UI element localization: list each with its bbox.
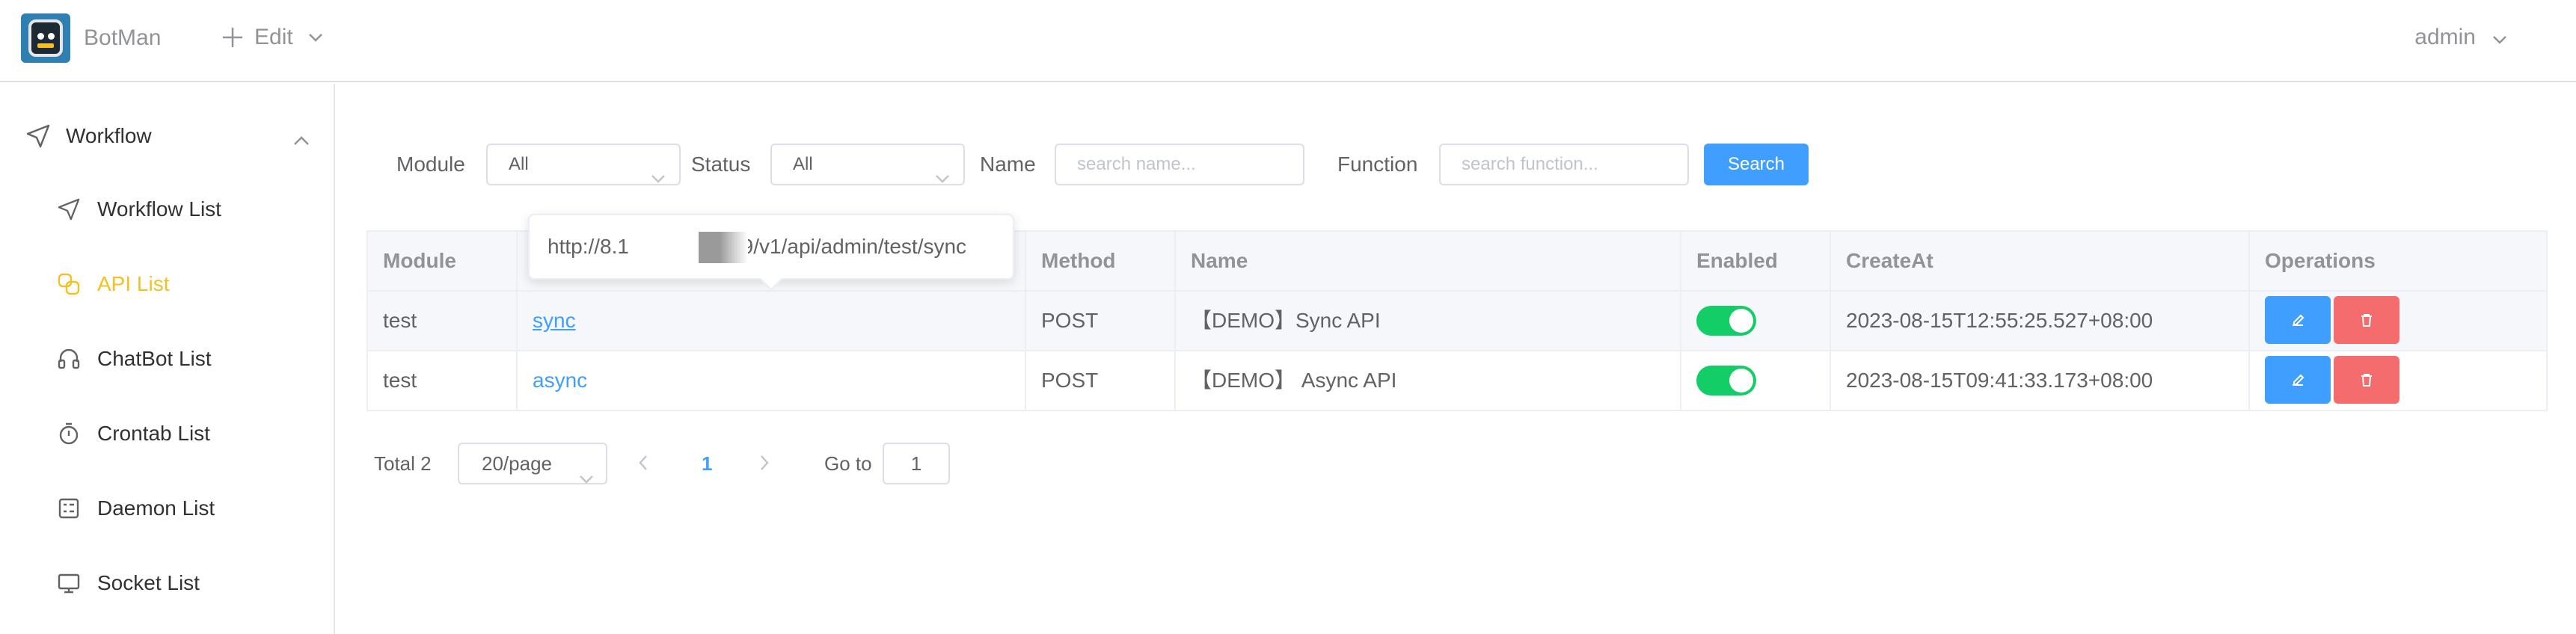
status-select-value: All <box>793 154 813 174</box>
sidebar: Workflow Workflow List API List ChatBot … <box>0 84 335 634</box>
page-size-select[interactable]: 20/page <box>458 443 607 484</box>
cell-function: async <box>518 351 1026 410</box>
sidebar-item-label: Workflow List <box>97 197 221 221</box>
sidebar-group-label: Workflow <box>66 124 152 147</box>
name-label: Name <box>980 153 1036 176</box>
cell-method: POST <box>1026 292 1176 350</box>
delete-button[interactable] <box>2334 355 2399 404</box>
chevron-up-icon[interactable] <box>293 127 310 151</box>
chevron-left-icon <box>639 455 647 470</box>
sidebar-item-chatbot-list[interactable]: ChatBot List <box>55 336 325 381</box>
function-search-input[interactable] <box>1439 144 1689 185</box>
cell-enabled <box>1681 351 1831 410</box>
table-row: test async POST 【DEMO】 Async API 2023-08… <box>368 351 2546 411</box>
sidebar-item-label: Socket List <box>97 571 200 594</box>
sidebar-item-crontab-list[interactable]: Crontab List <box>55 411 325 456</box>
cell-enabled <box>1681 292 1831 350</box>
next-page-button[interactable] <box>758 452 770 478</box>
chevron-down-icon <box>2492 25 2507 50</box>
column-header-name[interactable]: Name <box>1176 232 1681 290</box>
search-button[interactable]: Search <box>1704 144 1809 185</box>
redaction-mark <box>678 232 748 263</box>
column-header-createat[interactable]: CreateAt <box>1831 232 2250 290</box>
sidebar-item-api-list[interactable]: API List <box>55 262 325 307</box>
module-label: Module <box>396 153 465 176</box>
column-header-enabled[interactable]: Enabled <box>1681 232 1831 290</box>
edit-icon <box>2293 374 2304 386</box>
delete-button[interactable] <box>2334 295 2399 344</box>
prev-page-button[interactable] <box>637 452 649 478</box>
trash-icon <box>2361 313 2372 327</box>
edit-button[interactable] <box>2265 295 2331 344</box>
sidebar-item-workflow-list[interactable]: Workflow List <box>55 187 325 232</box>
sidebar-item-label: ChatBot List <box>97 347 212 370</box>
stopwatch-icon <box>55 420 82 447</box>
status-select[interactable]: All <box>770 144 965 185</box>
cell-createat: 2023-08-15T12:55:25.527+08:00 <box>1831 292 2250 350</box>
cell-method: POST <box>1026 351 1176 410</box>
headset-icon <box>55 345 82 372</box>
enabled-switch[interactable] <box>1696 305 1756 336</box>
table-row: test sync POST 【DEMO】Sync API 2023-08-15… <box>368 292 2546 351</box>
tickets-icon <box>55 495 82 522</box>
chevron-right-icon <box>761 455 769 470</box>
cell-function: sync <box>518 292 1026 350</box>
chevron-down-icon <box>579 458 594 496</box>
cell-createat: 2023-08-15T09:41:33.173+08:00 <box>1831 351 2250 410</box>
edit-button[interactable] <box>2265 355 2331 404</box>
app-name: BotMan <box>84 25 162 50</box>
function-link[interactable]: async <box>533 369 587 392</box>
column-header-module[interactable]: Module <box>368 232 518 290</box>
sidebar-item-label: Crontab List <box>97 422 210 445</box>
botman-logo <box>21 13 70 63</box>
top-header: BotMan Edit admin <box>0 0 2576 82</box>
send-icon <box>25 123 51 149</box>
chevron-down-icon <box>308 33 323 42</box>
name-search-input[interactable] <box>1055 144 1304 185</box>
page-number-current[interactable]: 1 <box>702 441 712 486</box>
pagination-total: Total 2 <box>374 452 432 475</box>
cell-name: 【DEMO】 Async API <box>1176 351 1681 410</box>
module-select[interactable]: All <box>486 144 681 185</box>
function-link[interactable]: sync <box>533 309 576 332</box>
status-label: Status <box>691 153 751 176</box>
url-tooltip: http://8.1 9999/v1/api/admin/test/sync <box>528 214 1014 291</box>
sidebar-item-socket-list[interactable]: Socket List <box>55 561 325 606</box>
sidebar-item-label: Daemon List <box>97 496 215 520</box>
edit-menu[interactable]: Edit <box>221 22 323 52</box>
cell-module: test <box>368 351 518 410</box>
cell-module: test <box>368 292 518 350</box>
chevron-down-icon <box>651 158 666 197</box>
plus-icon <box>221 26 244 49</box>
user-menu[interactable]: admin <box>2414 22 2507 52</box>
monitor-icon <box>55 570 82 597</box>
edit-icon <box>2293 314 2304 326</box>
edit-menu-label: Edit <box>254 25 293 49</box>
send-icon <box>55 196 82 223</box>
function-label: Function <box>1337 153 1418 176</box>
tooltip-url-prefix: http://8.1 <box>548 235 629 258</box>
goto-page-input[interactable] <box>883 443 950 484</box>
goto-label: Go to <box>824 452 872 475</box>
page-size-value: 20/page <box>482 452 552 475</box>
cell-name: 【DEMO】Sync API <box>1176 292 1681 350</box>
module-select-value: All <box>509 154 529 174</box>
cell-operations <box>2250 292 2546 350</box>
user-menu-label: admin <box>2414 25 2476 49</box>
enabled-switch[interactable] <box>1696 365 1756 396</box>
column-header-operations: Operations <box>2265 249 2376 272</box>
chevron-down-icon <box>935 158 950 197</box>
sidebar-group-workflow[interactable]: Workflow <box>25 114 310 158</box>
trash-icon <box>2361 373 2372 387</box>
link-icon <box>55 271 82 298</box>
sidebar-item-daemon-list[interactable]: Daemon List <box>55 486 325 531</box>
column-header-method[interactable]: Method <box>1026 232 1176 290</box>
cell-operations <box>2250 351 2546 410</box>
sidebar-item-label: API List <box>97 272 170 295</box>
